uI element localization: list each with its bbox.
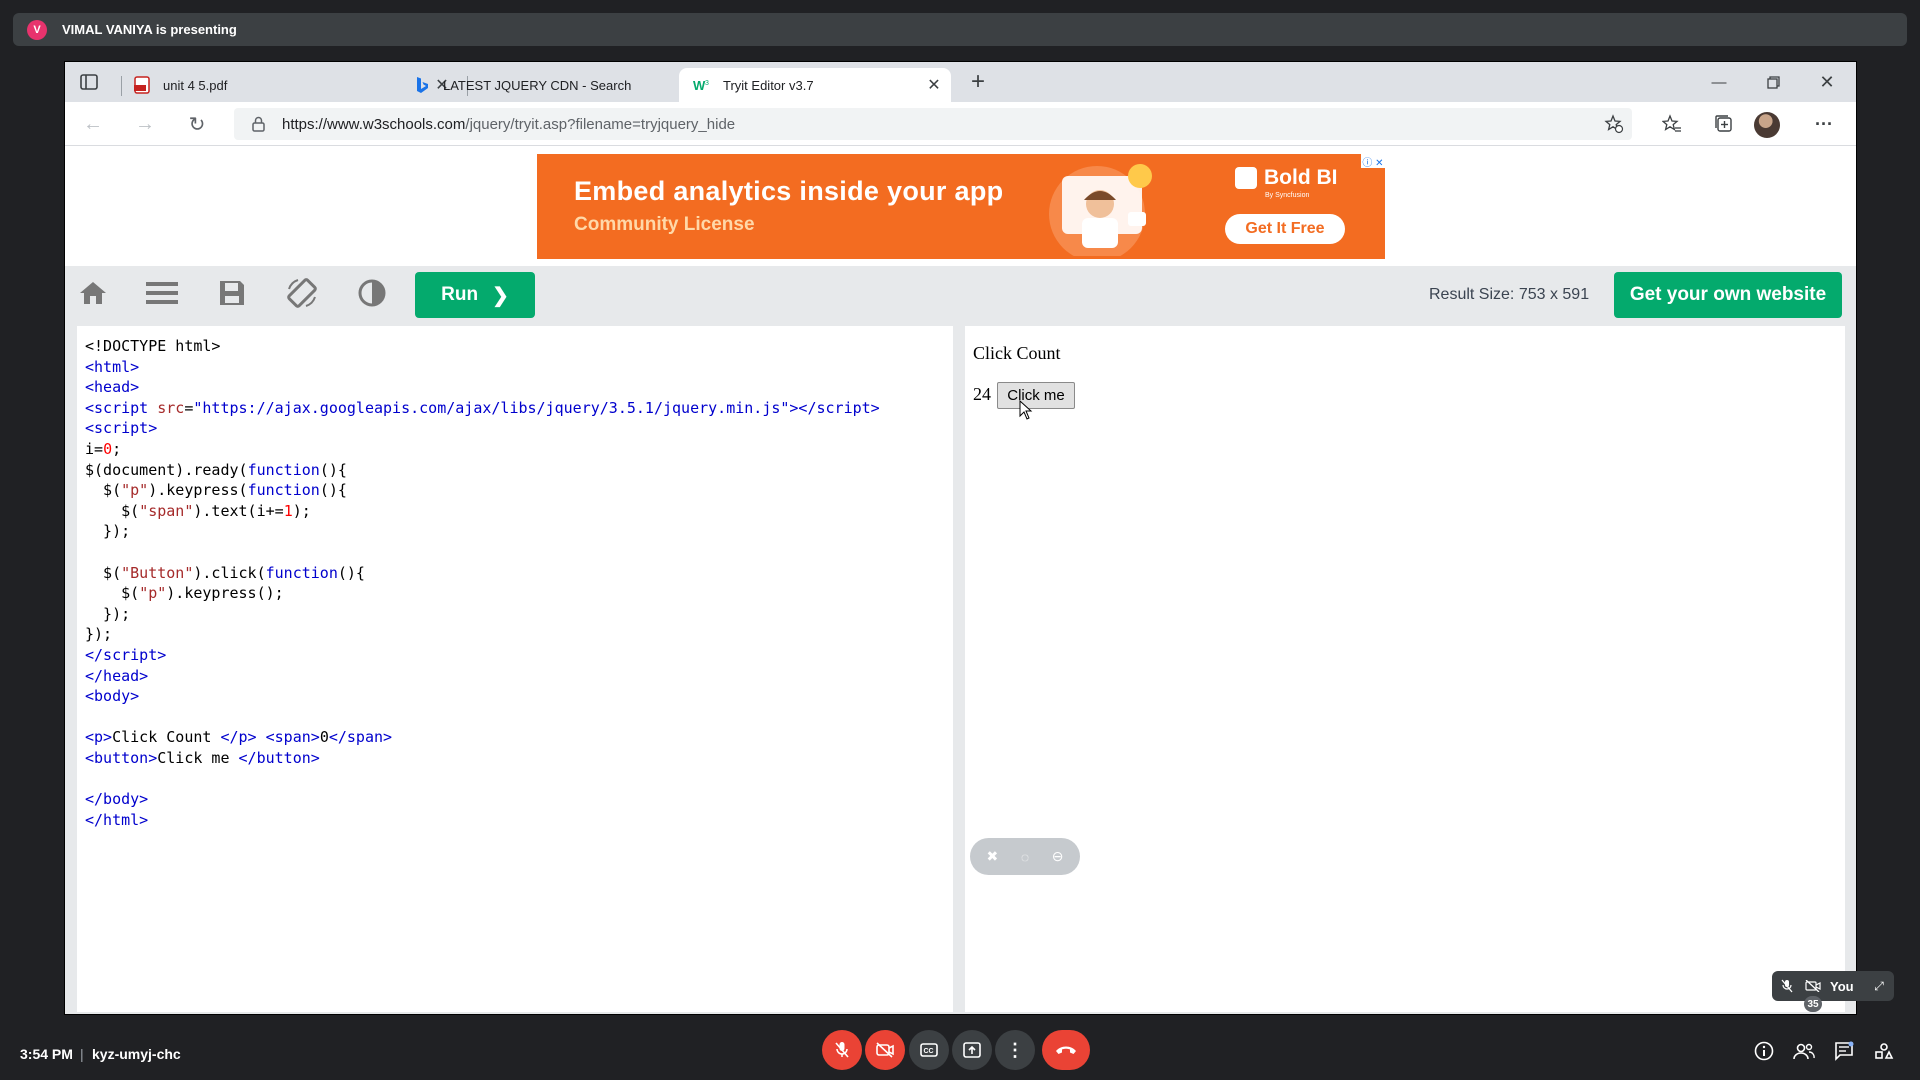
meeting-controls-bar: 3:54 PM | kyz-umyj-chc CC ⋮	[0, 1028, 1920, 1080]
run-button[interactable]: Run ❯	[415, 272, 535, 318]
home-icon[interactable]	[73, 276, 113, 310]
more-options-button[interactable]: ⋮	[995, 1030, 1035, 1070]
tab-label: unit 4 5.pdf	[163, 77, 228, 93]
meeting-details-icon[interactable]	[1751, 1038, 1777, 1064]
code-content[interactable]: <!DOCTYPE html> <html> <head> <script src="…	[85, 336, 880, 830]
minimize-icon[interactable]: —	[1707, 70, 1731, 94]
address-bar: ← → ↻ https://www.w3schools.com/jquery/t…	[65, 102, 1856, 146]
unpin-icon[interactable]: ✖	[982, 847, 1002, 867]
self-view-tile[interactable]: You ⤢	[1772, 971, 1894, 1001]
mic-off-icon	[1778, 977, 1796, 995]
bing-icon	[413, 76, 431, 94]
svg-text:3: 3	[705, 80, 709, 87]
present-now-button[interactable]	[952, 1030, 992, 1070]
camera-toggle-button[interactable]	[865, 1030, 905, 1070]
save-icon[interactable]	[212, 276, 252, 310]
presenter-avatar: V	[27, 19, 47, 40]
ad-subline: Community License	[574, 214, 755, 235]
tab-separator	[121, 76, 122, 96]
mouse-cursor-icon	[1019, 400, 1033, 420]
remove-icon[interactable]: ⊖	[1048, 847, 1068, 867]
result-size: Result Size: 753 x 591	[1429, 286, 1590, 303]
run-label: Run	[441, 284, 479, 305]
captions-button[interactable]: CC	[909, 1030, 949, 1070]
leave-call-button[interactable]	[1042, 1030, 1090, 1070]
present-screen-icon	[963, 1042, 981, 1058]
tab-actions-icon[interactable]	[79, 72, 99, 92]
hang-up-icon	[1056, 1046, 1076, 1054]
chat-icon[interactable]	[1831, 1038, 1857, 1064]
profile-avatar[interactable]	[1754, 112, 1780, 138]
mic-off-icon	[835, 1042, 849, 1058]
menu-icon[interactable]	[142, 276, 182, 310]
add-favorite-icon[interactable]	[1604, 114, 1624, 139]
new-tab-icon[interactable]: +	[966, 70, 990, 94]
more-vert-icon: ⋮	[1006, 1039, 1024, 1060]
camera-off-icon	[1804, 977, 1822, 995]
get-own-website-button[interactable]: Get your own website	[1614, 272, 1842, 318]
microphone-toggle-button[interactable]	[822, 1030, 862, 1070]
shared-browser-window: unit 4 5.pdf ✕ LATEST JQUERY CDN - Searc…	[64, 61, 1857, 1015]
presenting-label: VIMAL VANIYA is presenting	[62, 22, 237, 37]
url-path: /jquery/tryit.asp?filename=tryjquery_hid…	[465, 115, 736, 133]
boldbi-logo-icon	[1235, 167, 1257, 189]
more-options-icon[interactable]: ···	[1812, 112, 1836, 136]
people-icon[interactable]	[1791, 1038, 1817, 1064]
rotate-orientation-icon[interactable]	[282, 276, 322, 310]
w3schools-icon: W3	[693, 76, 711, 94]
participants-count-badge: 35	[1804, 996, 1822, 1012]
meeting-time: 3:54 PM	[20, 1046, 73, 1062]
close-icon[interactable]: ✕	[925, 76, 943, 94]
url-text: https://www.w3schools.com/jquery/tryit.a…	[282, 116, 735, 133]
theme-toggle-icon[interactable]	[352, 276, 392, 310]
info-separator: |	[80, 1046, 84, 1062]
reload-icon[interactable]: ↻	[185, 112, 209, 136]
tab-label: Tryit Editor v3.7	[723, 77, 814, 93]
meeting-code: kyz-umyj-chc	[92, 1046, 181, 1062]
favorites-icon[interactable]	[1660, 112, 1684, 136]
url-host: https://www.w3schools.com	[282, 115, 466, 133]
click-count-paragraph[interactable]: Click Count	[973, 343, 1061, 364]
ad-cta-button[interactable]: Get It Free	[1225, 214, 1345, 244]
tab-strip: unit 4 5.pdf ✕ LATEST JQUERY CDN - Searc…	[65, 62, 1856, 102]
ad-headline: Embed analytics inside your app	[574, 176, 1004, 206]
ad-brand-sub: By Syncfusion	[1265, 192, 1310, 199]
back-icon[interactable]: ←	[81, 112, 105, 136]
ad-choices-icon[interactable]: ⓘ ✕	[1361, 154, 1385, 169]
tab-pdf[interactable]: unit 4 5.pdf ✕	[133, 68, 459, 102]
mute-icon[interactable]: ◌	[1015, 847, 1035, 867]
activities-icon[interactable]	[1871, 1038, 1897, 1064]
click-count-value: 24	[973, 384, 991, 404]
collections-icon[interactable]	[1712, 112, 1736, 136]
captions-icon: CC	[920, 1043, 938, 1057]
ad-banner[interactable]: Embed analytics inside your app Communit…	[537, 154, 1385, 259]
click-me-button[interactable]: Click me	[997, 382, 1075, 409]
expand-icon[interactable]: ⤢	[1870, 977, 1888, 995]
presenting-banner: V VIMAL VANIYA is presenting	[13, 13, 1907, 46]
workspace: <!DOCTYPE html> <html> <head> <script src="…	[65, 320, 1856, 1014]
close-window-icon[interactable]: ✕	[1815, 70, 1839, 94]
tab-label: LATEST JQUERY CDN - Search	[443, 77, 632, 93]
chevron-right-icon: ❯	[492, 284, 509, 307]
result-frame[interactable]: Click Count 24 Click me	[965, 326, 1845, 1012]
tab-tryit-editor[interactable]: W3 Tryit Editor v3.7 ✕	[679, 68, 951, 102]
code-editor[interactable]: <!DOCTYPE html> <html> <head> <script src="…	[77, 326, 953, 1012]
camera-off-icon	[876, 1042, 894, 1058]
svg-text:CC: CC	[924, 1048, 934, 1055]
pdf-icon	[133, 76, 151, 94]
url-field[interactable]: https://www.w3schools.com/jquery/tryit.a…	[234, 108, 1632, 140]
forward-icon[interactable]: →	[133, 112, 157, 136]
lock-icon[interactable]	[250, 116, 266, 132]
restore-icon[interactable]	[1761, 70, 1785, 94]
ad-brand: Bold BI	[1235, 166, 1338, 190]
presentation-controls: ✖ ◌ ⊖	[970, 838, 1080, 875]
tryit-toolbar: Run ❯ Result Size: 753 x 591 Get your own…	[65, 266, 1856, 320]
ad-brand-name: Bold BI	[1264, 166, 1338, 189]
self-label: You	[1830, 978, 1854, 994]
ad-illustration-icon	[1049, 164, 1152, 256]
